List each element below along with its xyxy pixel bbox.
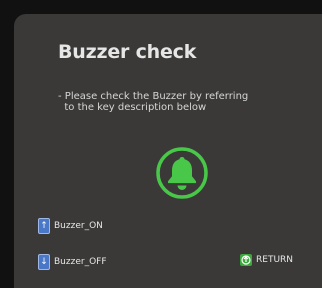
instruction-line-2: to the key description below xyxy=(58,102,207,113)
arrow-up-key-icon: ↑ xyxy=(38,218,50,234)
arrow-down-key-icon: ↓ xyxy=(38,254,50,270)
buzzer-check-screen: Buzzer check - Please check the Buzzer b… xyxy=(14,14,322,288)
return-icon xyxy=(240,254,252,266)
page-title: Buzzer check xyxy=(58,41,197,63)
return-hint: RETURN xyxy=(240,254,293,266)
buzzer-off-label: Buzzer_OFF xyxy=(54,257,107,267)
buzzer-on-hint: ↑ Buzzer_ON xyxy=(38,218,103,234)
return-label: RETURN xyxy=(256,255,294,265)
instruction-text: - Please check the Buzzer by referring t… xyxy=(58,91,248,113)
instruction-line-1: - Please check the Buzzer by referring xyxy=(58,91,249,102)
buzzer-on-label: Buzzer_ON xyxy=(54,221,103,231)
bell-icon xyxy=(156,147,208,199)
buzzer-off-hint: ↓ Buzzer_OFF xyxy=(38,254,107,270)
